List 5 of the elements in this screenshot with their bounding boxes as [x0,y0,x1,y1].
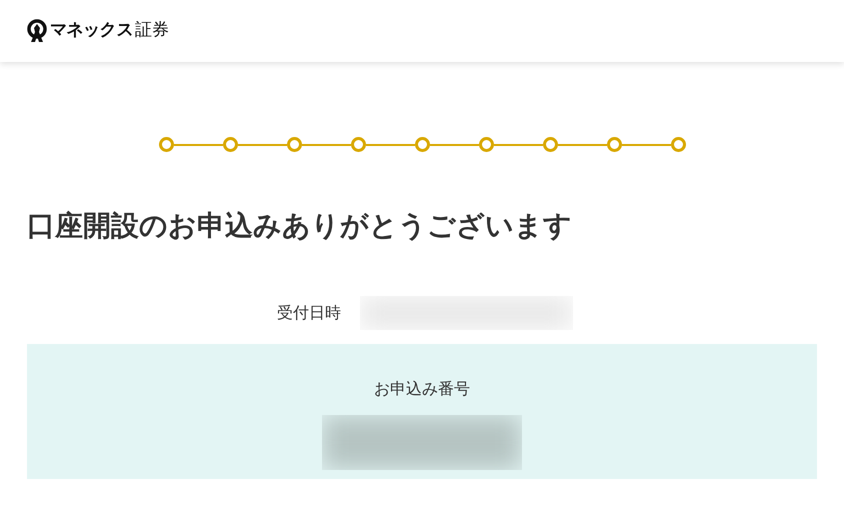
receipt-label: 受付日時 [277,302,341,324]
page-heading: 口座開設のお申込みありがとうございます [27,212,573,240]
logo-icon [26,19,48,43]
logo-link[interactable]: マネックス証券 [26,18,169,44]
application-label: お申込み番号 [374,378,470,400]
